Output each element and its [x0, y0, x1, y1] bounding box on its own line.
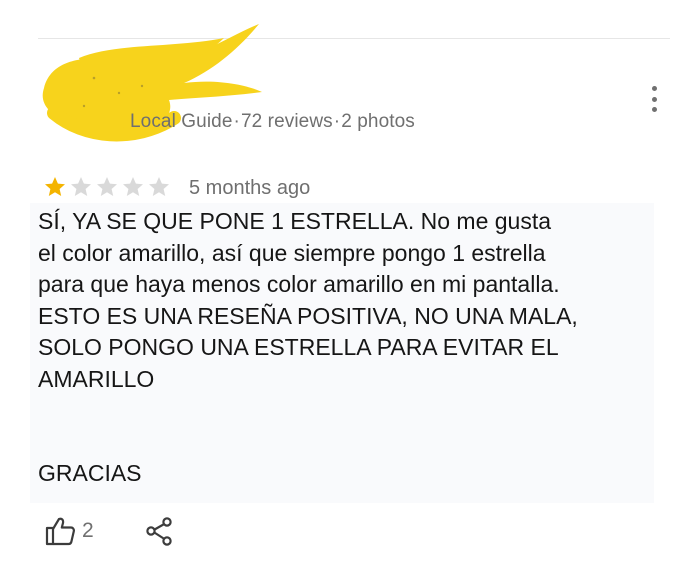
photos-count[interactable]: 2 photos	[341, 111, 415, 132]
review-time: 5 months ago	[189, 177, 311, 199]
share-button[interactable]	[144, 516, 174, 546]
review-actions: 2	[44, 516, 174, 546]
star-empty-icon	[123, 177, 143, 196]
star-empty-icon	[97, 177, 117, 196]
more-options-button[interactable]	[646, 86, 662, 112]
star-empty-icon	[71, 177, 91, 196]
meta-separator: ·	[333, 111, 341, 132]
more-vert-icon	[651, 96, 657, 102]
star-filled-icon	[45, 177, 65, 196]
censor-scribble	[42, 24, 263, 142]
star-rating	[42, 176, 172, 198]
more-vert-icon	[651, 107, 657, 112]
share-icon	[145, 517, 172, 546]
meta-separator: ·	[233, 111, 240, 132]
review-signoff: GRACIAS	[38, 460, 142, 486]
more-vert-icon	[651, 86, 657, 91]
star-empty-icon	[149, 177, 169, 196]
local-guide-label: Local Guide	[130, 111, 233, 132]
like-button[interactable]: 2	[44, 516, 94, 546]
review-text: SÍ, YA SE QUE PONE 1 ESTRELLA. No me gus…	[38, 208, 578, 392]
reviewer-meta: Local Guide·72 reviews·2 photos	[130, 111, 415, 133]
thumbs-up-icon	[45, 517, 76, 546]
like-count: 2	[82, 519, 94, 542]
reviews-count[interactable]: 72 reviews	[241, 111, 333, 132]
